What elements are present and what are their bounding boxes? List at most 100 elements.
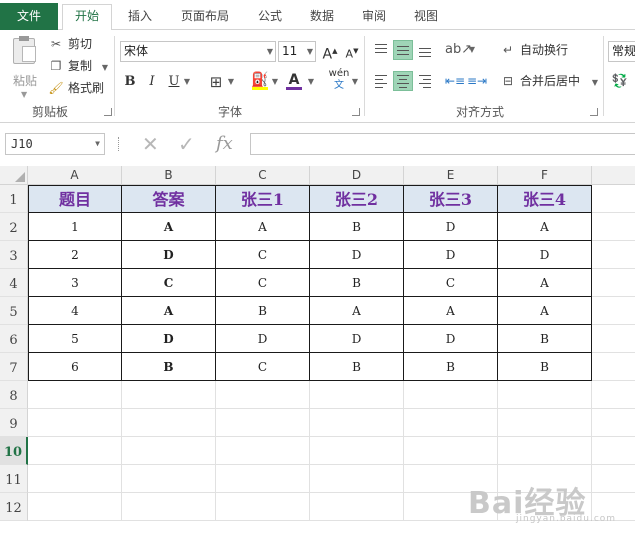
row-header-3[interactable]: 3 xyxy=(0,241,28,269)
name-box[interactable]: J10 ▼ xyxy=(5,133,105,155)
clipboard-launcher[interactable] xyxy=(104,108,112,116)
row-header-2[interactable]: 2 xyxy=(0,213,28,241)
table-cell[interactable]: B xyxy=(310,353,404,381)
tab-home[interactable]: 开始 xyxy=(62,4,112,31)
font-size-select[interactable]: 11 ▼ xyxy=(278,41,316,62)
table-cell[interactable]: B xyxy=(310,269,404,297)
table-cell[interactable]: C xyxy=(216,241,310,269)
empty-cell[interactable] xyxy=(28,465,122,493)
empty-cell[interactable] xyxy=(310,465,404,493)
empty-cell[interactable] xyxy=(592,353,635,381)
cut-button[interactable]: ✂ 剪切 xyxy=(48,34,92,54)
table-cell[interactable]: B xyxy=(498,325,592,353)
align-center-button[interactable] xyxy=(393,71,413,91)
tab-insert[interactable]: 插入 xyxy=(118,5,162,30)
row-header-8[interactable]: 8 xyxy=(0,381,28,409)
row-header-5[interactable]: 5 xyxy=(0,297,28,325)
column-header-b[interactable]: B xyxy=(122,166,216,185)
empty-cell[interactable] xyxy=(310,493,404,521)
table-cell[interactable]: B xyxy=(310,213,404,241)
empty-cell[interactable] xyxy=(498,381,592,409)
borders-icon[interactable]: ⊞ xyxy=(206,72,226,92)
decrease-indent-icon[interactable]: ⇤≡ xyxy=(445,71,465,91)
empty-cell[interactable] xyxy=(28,409,122,437)
orientation-dropdown[interactable]: ▼ xyxy=(467,40,477,60)
empty-cell[interactable] xyxy=(28,493,122,521)
table-cell[interactable]: D xyxy=(404,241,498,269)
paste-button[interactable]: 粘贴 ▼ xyxy=(8,36,42,99)
decrease-font-size-button[interactable]: A▼ xyxy=(342,41,362,61)
table-cell[interactable]: B xyxy=(216,297,310,325)
table-header-cell[interactable]: 张三1 xyxy=(216,185,310,213)
tab-view[interactable]: 视图 xyxy=(404,5,448,30)
column-header-f[interactable]: F xyxy=(498,166,592,185)
table-cell[interactable]: C xyxy=(404,269,498,297)
copy-button[interactable]: ❐ 复制 ▼ xyxy=(48,56,108,76)
formula-input[interactable] xyxy=(250,133,635,155)
empty-cell[interactable] xyxy=(216,381,310,409)
empty-cell[interactable] xyxy=(216,493,310,521)
cancel-icon[interactable]: ✕ xyxy=(142,133,159,155)
empty-cell[interactable] xyxy=(592,381,635,409)
table-cell[interactable]: B xyxy=(404,353,498,381)
empty-cell[interactable] xyxy=(592,241,635,269)
table-cell[interactable]: C xyxy=(122,269,216,297)
table-cell[interactable]: D xyxy=(310,241,404,269)
row-header-9[interactable]: 9 xyxy=(0,409,28,437)
table-cell[interactable]: A xyxy=(122,213,216,241)
fill-color-icon[interactable]: ⛽ xyxy=(250,70,270,90)
empty-cell[interactable] xyxy=(122,493,216,521)
table-header-cell[interactable]: 张三4 xyxy=(498,185,592,213)
column-header-d[interactable]: D xyxy=(310,166,404,185)
table-cell[interactable]: B xyxy=(122,353,216,381)
empty-cell[interactable] xyxy=(592,269,635,297)
row-header-1[interactable]: 1 xyxy=(0,185,28,213)
table-cell[interactable]: A xyxy=(404,297,498,325)
row-header-11[interactable]: 11 xyxy=(0,465,28,493)
wrap-text-button[interactable]: ↵ 自动换行 xyxy=(500,40,568,60)
table-header-cell[interactable]: 张三2 xyxy=(310,185,404,213)
align-middle-button[interactable] xyxy=(393,40,413,60)
empty-cell[interactable] xyxy=(216,409,310,437)
empty-cell[interactable] xyxy=(592,409,635,437)
empty-cell[interactable] xyxy=(592,297,635,325)
select-all-corner[interactable] xyxy=(0,166,28,185)
format-painter-button[interactable]: 🖌 格式刷 xyxy=(48,78,104,98)
align-right-icon[interactable] xyxy=(415,71,435,91)
table-cell[interactable]: D xyxy=(404,325,498,353)
underline-button[interactable]: U xyxy=(164,72,184,92)
align-left-icon[interactable] xyxy=(371,71,391,91)
empty-cell[interactable] xyxy=(592,437,635,465)
phonetic-guide-button[interactable]: wén 文 xyxy=(326,68,352,91)
empty-cell[interactable] xyxy=(404,409,498,437)
column-header-a[interactable]: A xyxy=(28,166,122,185)
tab-file[interactable]: 文件 xyxy=(0,3,58,30)
align-bottom-icon[interactable] xyxy=(415,40,435,60)
align-top-icon[interactable] xyxy=(371,40,391,60)
increase-font-size-button[interactable]: A▲ xyxy=(320,41,340,63)
alignment-launcher[interactable] xyxy=(590,108,598,116)
table-header-cell[interactable]: 张三3 xyxy=(404,185,498,213)
empty-cell[interactable] xyxy=(122,381,216,409)
table-cell[interactable]: D xyxy=(498,241,592,269)
table-cell[interactable]: 5 xyxy=(28,325,122,353)
font-color-icon[interactable]: A xyxy=(284,70,304,90)
empty-cell[interactable] xyxy=(498,437,592,465)
empty-cell[interactable] xyxy=(122,437,216,465)
empty-cell[interactable] xyxy=(310,381,404,409)
empty-cell[interactable] xyxy=(28,437,122,465)
table-cell[interactable]: B xyxy=(498,353,592,381)
bold-button[interactable]: B xyxy=(120,72,140,92)
empty-cell[interactable] xyxy=(592,185,635,213)
column-header-c[interactable]: C xyxy=(216,166,310,185)
italic-button[interactable]: I xyxy=(142,72,162,92)
empty-cell[interactable] xyxy=(216,437,310,465)
font-launcher[interactable] xyxy=(352,108,360,116)
table-cell[interactable]: A xyxy=(122,297,216,325)
orientation-icon[interactable]: ab↗ xyxy=(445,40,472,60)
row-header-10[interactable]: 10 xyxy=(0,437,28,465)
table-cell[interactable]: 6 xyxy=(28,353,122,381)
table-cell[interactable]: D xyxy=(216,325,310,353)
table-cell[interactable]: C xyxy=(216,269,310,297)
table-cell[interactable]: A xyxy=(216,213,310,241)
